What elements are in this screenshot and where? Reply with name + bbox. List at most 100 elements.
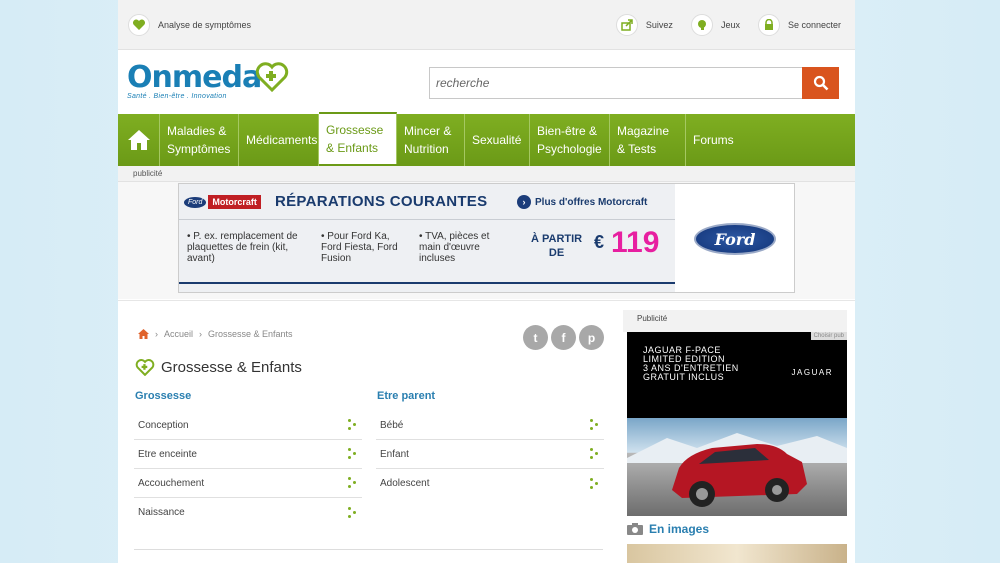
breadcrumb-current: Grossesse & Enfants [208, 329, 293, 339]
list-item-label: Etre enceinte [138, 448, 197, 460]
column-heading-grossesse[interactable]: Grossesse [135, 390, 191, 402]
list-item-label: Conception [138, 419, 189, 431]
twitter-icon[interactable]: t [523, 325, 548, 350]
ad-price-prefix-line1: À PARTIR [531, 233, 583, 245]
chevron-right-icon: › [199, 329, 203, 339]
lock-icon [757, 14, 780, 36]
home-icon [127, 130, 150, 150]
ad-area: Ford Motorcraft RÉPARATIONS COURANTES › … [118, 182, 855, 299]
ad-bullet-2: • Pour Ford Ka, Ford Fiesta, Ford Fusion [321, 231, 398, 264]
sidebar: Publicité Choisir pub JAGUAR F-PACE LIMI… [623, 310, 847, 563]
ad-offers-label: Plus d'offres Motorcraft [535, 196, 648, 208]
search-icon [813, 75, 828, 91]
facebook-icon[interactable]: f [551, 325, 576, 350]
nav-item-minceur[interactable]: Mincer & Nutrition [397, 114, 465, 166]
list-item-label: Enfant [380, 448, 409, 460]
search-input[interactable] [429, 67, 802, 99]
ad-offers-link[interactable]: › Plus d'offres Motorcraft [517, 195, 647, 209]
motorcraft-ad[interactable]: Ford Motorcraft RÉPARATIONS COURANTES › … [178, 183, 795, 293]
ad-bottom-line [179, 282, 675, 284]
share-icon [615, 14, 638, 36]
image-thumbnail[interactable] [627, 544, 847, 563]
jaguar-brand: JAGUAR [791, 368, 833, 377]
sidebar-ad-label: Publicité [623, 310, 847, 332]
breadcrumb: › Accueil › Grossesse & Enfants [138, 329, 293, 339]
ad-bullet-3: • TVA, pièces et main d'œuvre incluses [419, 231, 490, 264]
list-item[interactable]: Bébé [376, 411, 604, 440]
ad-bullet-1: • P. ex. remplacement de plaquettes de f… [187, 231, 298, 264]
header: Onmeda Santé . Bien-être . Innovation [118, 50, 855, 114]
symptom-checker-link[interactable]: Analyse de symptômes [128, 14, 251, 36]
list-item[interactable]: Conception [134, 411, 362, 440]
chevron-right-icon: › [155, 329, 158, 339]
main-content: › Accueil › Grossesse & Enfants t f p Gr… [118, 300, 855, 563]
nav-item-forums[interactable]: Forums [686, 114, 738, 166]
chevron-right-icon: › [517, 195, 531, 209]
heart-cross-icon [255, 62, 289, 92]
games-link[interactable]: Jeux [690, 14, 740, 36]
brain-icon [690, 14, 713, 36]
jaguar-ad-line: GRATUIT INCLUS [643, 372, 725, 382]
nav-item-sexualite[interactable]: Sexualité [465, 114, 530, 166]
motorcraft-logo: Motorcraft [208, 195, 261, 209]
pinterest-icon[interactable]: p [579, 325, 604, 350]
dots-icon [590, 447, 600, 461]
dots-icon [348, 506, 358, 520]
list-item[interactable]: Naissance [134, 498, 362, 527]
symptom-checker-label: Analyse de symptômes [158, 20, 252, 30]
list-item-label: Adolescent [380, 478, 430, 489]
page-title: Grossesse & Enfants [135, 359, 302, 376]
home-button[interactable] [118, 114, 160, 166]
grossesse-list: Conception Etre enceinte Accouchement Na… [134, 411, 362, 527]
search-button[interactable] [802, 67, 839, 99]
main-nav: Maladies & Symptômes Médicaments Grosses… [118, 112, 855, 166]
ad-divider [179, 219, 675, 220]
heart-icon [128, 14, 150, 36]
nav-item-grossesse[interactable]: Grossesse & Enfants [319, 112, 397, 164]
column-heading-etre-parent[interactable]: Etre parent [377, 390, 435, 402]
dots-icon [348, 476, 358, 490]
ad-left-panel: Ford Motorcraft RÉPARATIONS COURANTES › … [179, 184, 675, 292]
ad-currency: € [594, 232, 605, 252]
list-item-label: Bébé [380, 419, 404, 431]
nav-item-magazine[interactable]: Magazine & Tests [610, 114, 686, 166]
social-share: t f p [523, 325, 604, 350]
jaguar-ad-text: JAGUAR F-PACE LIMITED EDITION 3 ANS D'EN… [643, 346, 739, 382]
etre-parent-list: Bébé Enfant Adolescent [376, 411, 604, 498]
images-link[interactable]: En images [623, 522, 847, 536]
ad-price-prefix: À PARTIR DE [531, 232, 582, 260]
ford-logo: Ford [694, 223, 776, 255]
list-item[interactable]: Accouchement [134, 469, 362, 498]
dots-icon [590, 418, 600, 432]
divider [134, 549, 603, 550]
list-item[interactable]: Adolescent [376, 469, 604, 498]
dots-icon [348, 447, 358, 461]
nav-item-medicaments[interactable]: Médicaments [239, 114, 319, 166]
ad-label: publicité [118, 166, 855, 182]
dots-icon [590, 477, 600, 491]
ad-title: RÉPARATIONS COURANTES [275, 193, 488, 210]
login-label: Se connecter [787, 20, 841, 30]
breadcrumb-home[interactable]: Accueil [164, 329, 193, 339]
ford-small-logo: Ford [184, 196, 207, 208]
motorcraft-brand: Ford Motorcraft [184, 195, 261, 209]
logo-text: Onmeda [127, 60, 262, 95]
ad-price-prefix-line2: DE [548, 247, 565, 259]
car-image[interactable] [627, 418, 847, 516]
red-suv-image [627, 433, 847, 507]
list-item[interactable]: Enfant [376, 440, 604, 469]
jaguar-ad[interactable]: Choisir pub JAGUAR F-PACE LIMITED EDITIO… [627, 332, 847, 418]
page: Analyse de symptômes Suivez Jeux Se conn… [118, 0, 855, 563]
nav-item-maladies[interactable]: Maladies & Symptômes [160, 114, 239, 166]
heart-cross-icon [135, 359, 155, 376]
list-item-label: Accouchement [138, 477, 205, 489]
onmeda-logo[interactable]: Onmeda Santé . Bien-être . Innovation [127, 60, 289, 100]
ad-choice-tag[interactable]: Choisir pub [810, 332, 847, 340]
dots-icon [348, 418, 358, 432]
ad-price: 119 [611, 226, 660, 259]
login-link[interactable]: Se connecter [757, 14, 841, 36]
follow-link[interactable]: Suivez [615, 14, 673, 36]
nav-item-bien-etre[interactable]: Bien-être & Psychologie [530, 114, 610, 166]
home-icon[interactable] [138, 329, 149, 339]
list-item[interactable]: Etre enceinte [134, 440, 362, 469]
